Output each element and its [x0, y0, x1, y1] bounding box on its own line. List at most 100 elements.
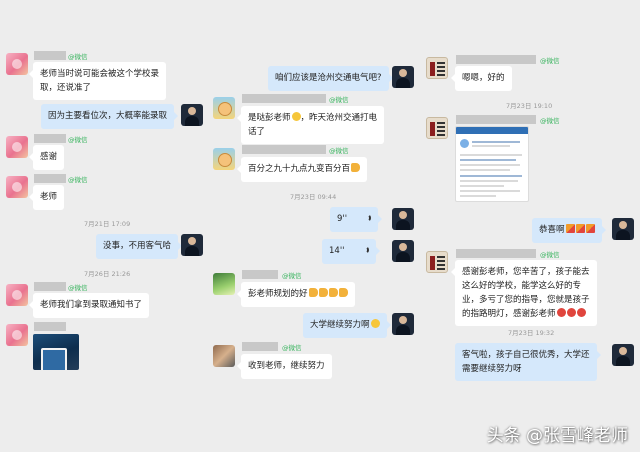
timestamp: 7月23日 19:32: [508, 329, 555, 337]
source-watermark: 头条 @张雪峰老师: [486, 426, 628, 446]
thumbs-up-emoji-icon: [328, 288, 338, 297]
message-bubble[interactable]: 老师当时说可能会被这个学校录 取，还说准了: [28, 62, 167, 100]
wechat-badge: @微信: [68, 53, 88, 61]
message-text: 感谢彭老师，您辛苦了，孩子能去: [462, 267, 590, 277]
chat-panel-1: @微信 老师当时说可能会被这个学校录 取，还说准了 因为主要看位次，大概率能录取…: [0, 0, 206, 452]
contact-avatar[interactable]: [426, 251, 448, 273]
timestamp: 7月26日 21:26: [84, 270, 131, 278]
flower-emoji-icon: [566, 308, 576, 317]
wechat-badge: @微信: [329, 147, 349, 155]
message-bubble[interactable]: 大学继续努力啊: [303, 313, 391, 338]
wechat-badge: @微信: [68, 284, 88, 292]
message-bubble[interactable]: 恭喜啊: [532, 218, 606, 243]
wechat-badge: @微信: [282, 344, 302, 352]
teacher-avatar[interactable]: [181, 104, 203, 126]
voice-duration: 9'': [337, 214, 348, 224]
contact-avatar[interactable]: [6, 324, 28, 346]
chat-panel-3: @微信 嗯嗯，好的 7月23日 19:10 @微信 恭喜啊 @微信 感谢彭老师，…: [418, 0, 640, 452]
wechat-badge: @微信: [282, 272, 302, 280]
contact-avatar[interactable]: [6, 284, 28, 306]
message-text: 嗯嗯，好的: [462, 73, 505, 83]
smile-emoji-icon: [291, 112, 301, 121]
message-bubble[interactable]: 老师我们拿到录取通知书了: [28, 293, 150, 318]
admission-result-screenshot[interactable]: [455, 126, 529, 202]
teacher-avatar[interactable]: [612, 218, 634, 240]
contact-name-redacted: [242, 270, 278, 279]
message-text: 彭老师规划的好: [248, 289, 308, 299]
contact-name-redacted: [34, 174, 66, 183]
message-bubble[interactable]: 客气啦，孩子自己很优秀，大学还 需要继续努力呀: [455, 343, 601, 381]
voice-wave-icon: [363, 214, 372, 222]
message-bubble[interactable]: 咱们应该是沧州交通电气吧?: [268, 66, 393, 91]
voice-message[interactable]: 14'': [322, 239, 379, 264]
thumbs-up-emoji-icon: [338, 288, 348, 297]
contact-avatar[interactable]: [426, 57, 448, 79]
party-popper-emoji-icon: [575, 224, 585, 233]
admission-letter-photo[interactable]: [33, 334, 79, 370]
message-text: 客气啦，孩子自己很优秀，大学还: [462, 350, 590, 360]
contact-avatar[interactable]: [213, 273, 235, 295]
wechat-badge: @微信: [540, 57, 560, 65]
thumbs-up-emoji-icon: [318, 288, 328, 297]
message-text: 感谢: [40, 152, 58, 162]
message-bubble[interactable]: 百分之九十九点九变百分百: [236, 157, 368, 182]
contact-avatar[interactable]: [213, 97, 235, 119]
contact-name-redacted: [242, 94, 326, 103]
contact-avatar[interactable]: [6, 136, 28, 158]
contact-avatar[interactable]: [6, 53, 28, 75]
voice-message[interactable]: 9'': [330, 207, 383, 232]
message-text: 恭喜啊: [539, 225, 565, 235]
wechat-badge: @微信: [540, 251, 560, 259]
thumbs-up-emoji-icon: [308, 288, 318, 297]
message-text: 没事，不用客气哈: [103, 241, 172, 251]
message-text: 需要继续努力呀: [462, 364, 522, 374]
message-text: 业，多亏了您的指导，您就是孩子: [462, 295, 590, 305]
message-text: 话了: [248, 127, 266, 137]
message-bubble[interactable]: 感谢: [28, 145, 65, 170]
teacher-avatar[interactable]: [392, 208, 414, 230]
teacher-avatar[interactable]: [612, 344, 634, 366]
message-text: 老师我们拿到录取通知书了: [40, 300, 143, 310]
contact-name-redacted: [242, 342, 278, 351]
message-text: 取，还说准了: [40, 83, 92, 93]
message-bubble[interactable]: 收到老师，继续努力: [237, 354, 332, 379]
message-bubble[interactable]: 感谢彭老师，您辛苦了，孩子能去 这么好的学校，能学这么好的专 业，多亏了您的指导…: [451, 260, 597, 326]
message-text: 老师当时说可能会被这个学校录: [40, 69, 160, 79]
voice-duration: 14'': [329, 246, 345, 256]
contact-avatar[interactable]: [6, 176, 28, 198]
message-text: ，昨天沧州交通打电: [300, 113, 378, 123]
message-text: 大学继续努力啊: [310, 320, 370, 330]
message-text: 是哒彭老师: [248, 113, 291, 123]
teacher-avatar[interactable]: [181, 234, 203, 256]
message-text: 百分之九十九点九变百分百: [248, 164, 351, 174]
timestamp: 7月23日 19:10: [506, 102, 553, 110]
contact-name-redacted: [34, 282, 66, 291]
contact-name-redacted: [456, 249, 536, 258]
contact-name-redacted: [242, 145, 326, 154]
message-bubble[interactable]: 彭老师规划的好: [237, 282, 355, 307]
contact-name-redacted: [456, 115, 536, 124]
contact-name-redacted: [456, 55, 536, 64]
contact-name-redacted: [34, 51, 66, 60]
school-logo-icon: [460, 139, 469, 148]
teacher-avatar[interactable]: [392, 313, 414, 335]
wechat-badge: @微信: [68, 176, 88, 184]
flower-emoji-icon: [576, 308, 586, 317]
message-bubble[interactable]: 老师: [28, 185, 65, 210]
wechat-badge: @微信: [540, 117, 560, 125]
message-bubble[interactable]: 是哒彭老师 ，昨天沧州交通打电 话了: [236, 106, 385, 144]
message-text: 因为主要看位次，大概率能录取: [48, 111, 168, 121]
contact-avatar[interactable]: [426, 117, 448, 139]
contact-avatar[interactable]: [213, 345, 235, 367]
message-text: 老师: [40, 192, 58, 202]
message-bubble[interactable]: 没事，不用客气哈: [96, 234, 183, 259]
wechat-badge: @微信: [329, 96, 349, 104]
teacher-avatar[interactable]: [392, 240, 414, 262]
teacher-avatar[interactable]: [392, 66, 414, 88]
message-bubble[interactable]: 因为主要看位次，大概率能录取: [41, 104, 179, 129]
message-bubble[interactable]: 嗯嗯，好的: [451, 66, 512, 91]
contact-avatar[interactable]: [213, 148, 235, 170]
contact-name-redacted: [34, 322, 66, 331]
contact-name-redacted: [34, 134, 66, 143]
party-popper-emoji-icon: [585, 224, 595, 233]
